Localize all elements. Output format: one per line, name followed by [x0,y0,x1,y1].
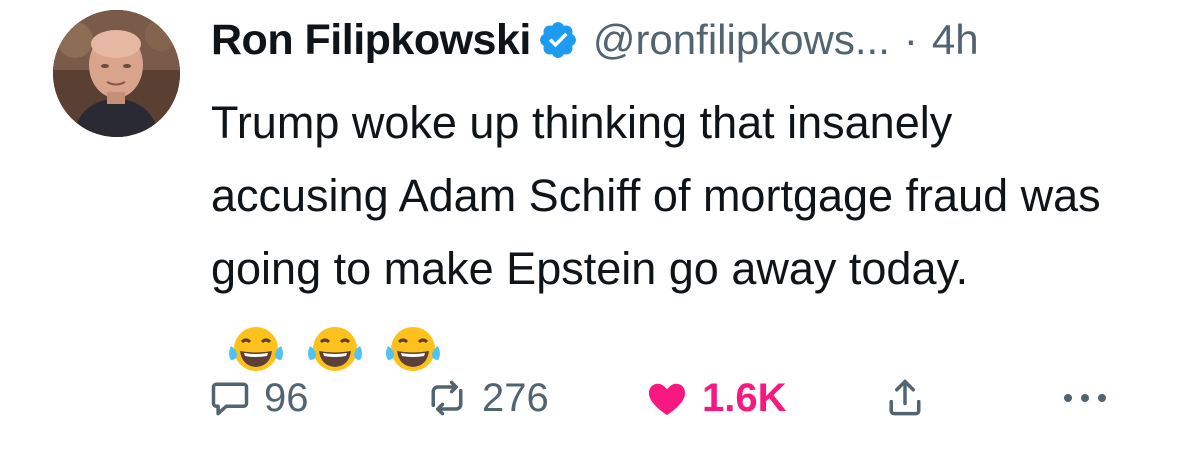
like-count: 1.6K [702,375,787,420]
author-name[interactable]: Ron Filipkowski [211,16,531,65]
verified-badge-icon [537,19,579,61]
tweet[interactable]: Ron Filipkowski @ronfilipkows... · 4h Tr… [0,0,1179,450]
retweet-button[interactable]: 276 [424,370,549,426]
heart-icon [648,383,686,416]
action-bar: 96 276 1.6K [208,370,1128,426]
more-options-button[interactable] [1060,370,1110,426]
author-handle[interactable]: @ronfilipkows... [593,16,890,64]
tweet-header: Ron Filipkowski @ronfilipkows... · 4h [211,12,979,68]
tweet-text: Trump woke up thinking that insanely acc… [211,86,1141,382]
reply-button[interactable]: 96 [208,370,309,426]
share-icon [889,379,921,416]
timestamp[interactable]: 4h [932,16,979,64]
share-button[interactable] [883,370,927,426]
face-with-tears-of-joy-icon [386,326,441,371]
tweet-text-content: Trump woke up thinking that insanely acc… [211,97,1101,294]
face-with-tears-of-joy-icon [307,326,362,371]
face-with-tears-of-joy-icon [229,326,283,371]
separator-dot: · [903,16,918,63]
avatar[interactable] [53,10,180,137]
reply-count: 96 [264,375,309,420]
retweet-icon [431,380,463,416]
more-icon [1064,394,1106,402]
reply-icon [211,382,249,416]
like-button[interactable]: 1.6K [644,370,787,426]
retweet-count: 276 [482,375,549,420]
